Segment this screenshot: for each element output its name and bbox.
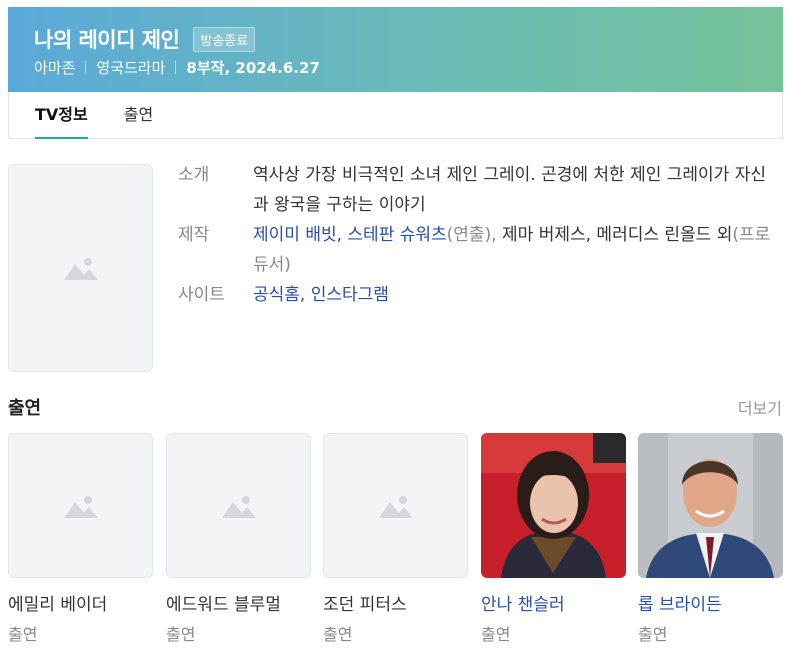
actor-portrait-image (638, 433, 783, 578)
cast-role: 출연 (481, 625, 511, 644)
cast-name[interactable]: 롭 브라이든 (638, 590, 783, 615)
cast-role: 출연 (8, 625, 38, 644)
image-placeholder-icon (221, 495, 256, 518)
cast-photo-placeholder[interactable] (323, 433, 468, 578)
production-row: 제작 제이미 배빗, 스테판 슈워츠(연출), 제마 버제스, 메러디스 린올드… (178, 220, 778, 280)
divider (175, 61, 177, 74)
cast-photo[interactable] (638, 433, 783, 578)
tab-tv-info[interactable]: TV정보 (35, 92, 88, 139)
site-label: 사이트 (178, 285, 225, 305)
intro-row: 소개 역사상 가장 비극적인 소녀 제인 그레이. 곤경에 처한 제인 그레이가… (178, 160, 778, 220)
production-value: 제이미 배빗, 스테판 슈워츠(연출), 제마 버제스, 메러디스 린올드 외(… (253, 220, 778, 280)
cast-role: 출연 (638, 625, 668, 644)
cast-name[interactable]: 에밀리 베이더 (8, 590, 153, 615)
directors-link[interactable]: 제이미 배빗, 스테판 슈워츠 (253, 225, 447, 245)
title-header: 나의 레이디 제인 방송종료 아마존 영국드라마 8부작, 2024.6.27 (8, 7, 783, 92)
divider (85, 61, 87, 74)
cast-card[interactable]: 롭 브라이든 출연 (638, 433, 783, 645)
cast-card[interactable]: 에밀리 베이더 출연 (8, 433, 153, 645)
image-placeholder-icon (378, 495, 413, 518)
site-row: 사이트 공식홈, 인스타그램 (178, 280, 778, 310)
tab-cast[interactable]: 출연 (124, 92, 153, 138)
site-links[interactable]: 공식홈, 인스타그램 (253, 280, 778, 310)
cast-card[interactable]: 에드워드 블루멀 출연 (166, 433, 311, 645)
cast-photo[interactable] (481, 433, 626, 578)
production-label: 제작 (178, 225, 210, 245)
cast-name[interactable]: 안나 챈슬러 (481, 590, 626, 615)
status-badge: 방송종료 (193, 26, 256, 52)
directors-role: (연출), (446, 225, 503, 245)
genre-label: 영국드라마 (96, 59, 166, 77)
cast-card[interactable]: 안나 챈슬러 출연 (481, 433, 626, 645)
platform-label: 아마존 (34, 59, 76, 77)
episodes-date-label: 8부작, 2024.6.27 (186, 59, 320, 77)
producers-text: 제마 버제스, 메러디스 린올드 외 (502, 225, 733, 245)
cast-photo-placeholder[interactable] (166, 433, 311, 578)
actor-portrait-image (481, 433, 626, 578)
image-placeholder-icon (63, 495, 98, 518)
cast-name[interactable]: 조던 피터스 (323, 590, 468, 615)
page-title[interactable]: 나의 레이디 제인 (34, 24, 180, 54)
tv-info-panel: 소개 역사상 가장 비극적인 소녀 제인 그레이. 곤경에 처한 제인 그레이가… (178, 160, 778, 310)
cast-role: 출연 (166, 625, 196, 644)
cast-card[interactable]: 조던 피터스 출연 (323, 433, 468, 645)
poster-image[interactable] (8, 164, 153, 372)
more-link[interactable]: 더보기 (738, 395, 782, 419)
image-placeholder-icon (63, 258, 98, 280)
cast-role: 출연 (323, 625, 353, 644)
cast-section-title: 출연 (8, 398, 42, 419)
intro-text: 역사상 가장 비극적인 소녀 제인 그레이. 곤경에 처한 제인 그레이가 자신… (253, 165, 767, 215)
tab-bar: TV정보 출연 (8, 92, 783, 139)
cast-name[interactable]: 에드워드 블루멀 (166, 590, 311, 615)
intro-label: 소개 (178, 165, 210, 185)
cast-photo-placeholder[interactable] (8, 433, 153, 578)
